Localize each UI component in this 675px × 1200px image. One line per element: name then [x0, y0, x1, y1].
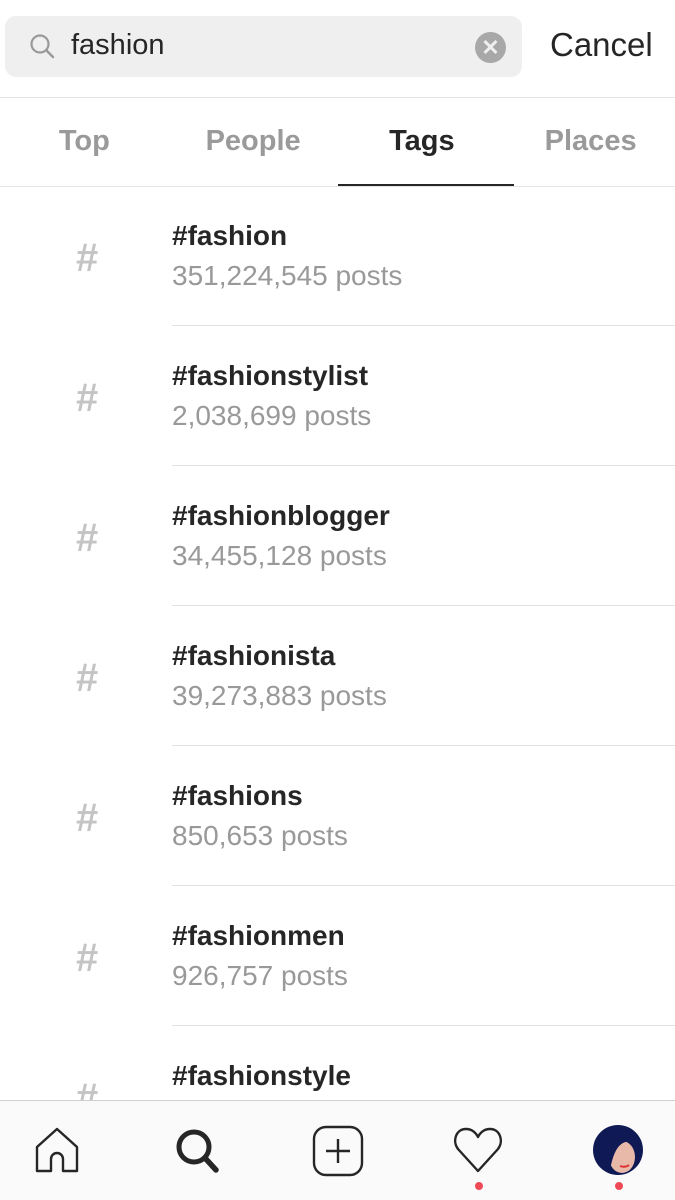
- search-input[interactable]: fashion ✕: [5, 16, 522, 77]
- profile-avatar[interactable]: [593, 1125, 643, 1175]
- tag-name: #fashionista: [172, 640, 336, 671]
- notification-dot: [615, 1182, 623, 1190]
- hashtag-icon: #: [76, 236, 99, 280]
- tag-result-row[interactable]: # #fashionista 39,273,883 posts: [0, 606, 675, 746]
- post-count: 351,224,545 posts: [172, 260, 403, 291]
- tab-top[interactable]: Top: [0, 98, 169, 186]
- tag-result-row[interactable]: # #fashionmen 926,757 posts: [0, 886, 675, 1026]
- tab-places[interactable]: Places: [506, 98, 675, 186]
- tab-bar: Top People Tags Places: [0, 98, 675, 186]
- activity-heart-icon[interactable]: [450, 1123, 506, 1179]
- cancel-button[interactable]: Cancel: [550, 26, 653, 64]
- tag-result-row[interactable]: # #fashion 351,224,545 posts: [0, 186, 675, 326]
- search-icon[interactable]: [169, 1123, 225, 1179]
- search-value[interactable]: fashion: [71, 29, 165, 62]
- tag-name: #fashionblogger: [172, 500, 390, 531]
- post-count: 34,455,128 posts: [172, 540, 387, 571]
- tag-name: #fashions: [172, 780, 303, 811]
- hashtag-icon: #: [76, 936, 99, 980]
- post-count: 39,273,883 posts: [172, 680, 387, 711]
- search-icon: [30, 34, 55, 59]
- tag-name: #fashionstylist: [172, 360, 369, 391]
- hashtag-icon: #: [76, 656, 99, 700]
- hashtag-icon: #: [76, 376, 99, 420]
- tag-result-row[interactable]: # #fashionstylist 2,038,699 posts: [0, 326, 675, 466]
- hashtag-icon: #: [76, 516, 99, 560]
- tab-tags[interactable]: Tags: [338, 98, 507, 186]
- post-count: 926,757 posts: [172, 960, 348, 991]
- hashtag-icon: #: [76, 796, 99, 840]
- tag-result-row[interactable]: # #fashions 850,653 posts: [0, 746, 675, 886]
- tab-people[interactable]: People: [169, 98, 338, 186]
- post-count: 2,038,699 posts: [172, 400, 372, 431]
- new-post-icon[interactable]: [310, 1123, 366, 1179]
- tag-name: #fashionstyle: [172, 1060, 351, 1091]
- tag-result-row[interactable]: # #fashionblogger 34,455,128 posts: [0, 466, 675, 606]
- bottom-nav: [0, 1100, 675, 1200]
- clear-icon[interactable]: ✕: [475, 32, 506, 63]
- tag-name: #fashion: [172, 220, 288, 251]
- home-icon[interactable]: [29, 1123, 85, 1179]
- notification-dot: [475, 1182, 483, 1190]
- post-count: 850,653 posts: [172, 820, 348, 851]
- tag-name: #fashionmen: [172, 920, 345, 951]
